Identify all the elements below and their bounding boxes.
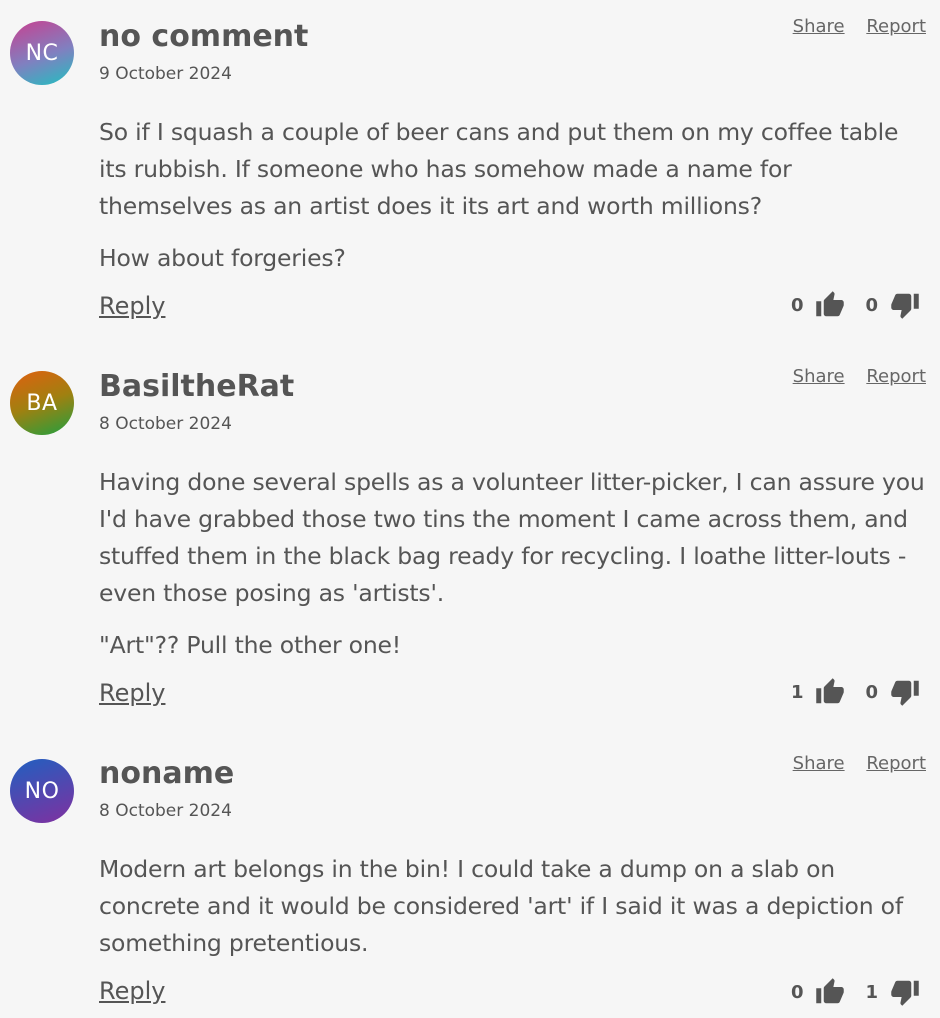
dislike-count: 1	[865, 981, 878, 1003]
thumbs-down-icon[interactable]	[888, 290, 922, 320]
comment-body: Having done several spells as a voluntee…	[99, 464, 931, 679]
comment-actions: Share Report	[777, 753, 926, 774]
avatar[interactable]: NO	[10, 759, 74, 823]
vote-controls: 1 0	[791, 677, 922, 707]
comment-paragraph: How about forgeries?	[99, 244, 346, 272]
thumbs-up-icon[interactable]	[813, 977, 847, 1007]
like-count: 0	[790, 981, 804, 1003]
share-link[interactable]: Share	[793, 753, 845, 774]
thumbs-down-icon[interactable]	[888, 977, 922, 1007]
report-link[interactable]: Report	[866, 16, 926, 37]
dislike-count: 0	[865, 681, 878, 703]
vote-controls: 0 0	[791, 290, 922, 320]
comment-paragraph: Having done several spells as a voluntee…	[99, 468, 925, 607]
comment-body: So if I squash a couple of beer cans and…	[99, 114, 931, 292]
comment-username[interactable]: no comment	[99, 19, 308, 54]
dislike-count: 0	[865, 294, 878, 316]
report-link[interactable]: Report	[866, 366, 926, 387]
share-link[interactable]: Share	[793, 366, 845, 387]
report-link[interactable]: Report	[866, 753, 926, 774]
vote-controls: 0 1	[791, 977, 922, 1007]
avatar[interactable]: BA	[10, 371, 74, 435]
comment-date: 9 October 2024	[99, 64, 232, 84]
comment-card: NC no comment 9 October 2024 Share Repor…	[0, 0, 940, 350]
comment-body: Modern art belongs in the bin! I could t…	[99, 851, 931, 977]
thumbs-up-icon[interactable]	[813, 290, 847, 320]
like-count: 0	[790, 294, 804, 316]
comment-username[interactable]: noname	[99, 756, 234, 791]
comment-date: 8 October 2024	[99, 801, 232, 821]
thumbs-up-icon[interactable]	[813, 677, 847, 707]
comment-actions: Share Report	[777, 16, 926, 37]
comment-paragraph: So if I squash a couple of beer cans and…	[99, 118, 899, 220]
comment-card: BA BasiltheRat 8 October 2024 Share Repo…	[0, 350, 940, 740]
comment-card: NO noname 8 October 2024 Share Report Mo…	[0, 737, 940, 1018]
reply-link[interactable]: Reply	[99, 292, 165, 320]
comment-actions: Share Report	[777, 366, 926, 387]
reply-link[interactable]: Reply	[99, 679, 165, 707]
like-count: 1	[790, 681, 804, 703]
comment-paragraph: "Art"?? Pull the other one!	[99, 631, 402, 659]
avatar[interactable]: NC	[10, 21, 74, 85]
reply-link[interactable]: Reply	[99, 977, 165, 1005]
share-link[interactable]: Share	[793, 16, 845, 37]
comment-paragraph: Modern art belongs in the bin! I could t…	[99, 855, 903, 957]
comment-date: 8 October 2024	[99, 414, 232, 434]
comment-username[interactable]: BasiltheRat	[99, 369, 294, 404]
thumbs-down-icon[interactable]	[888, 677, 922, 707]
